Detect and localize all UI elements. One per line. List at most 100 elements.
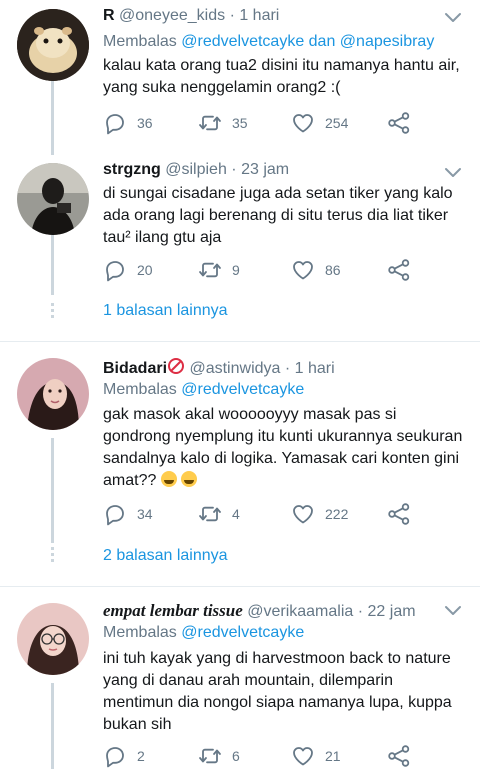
display-name[interactable]: Bidadari	[103, 360, 167, 377]
share-icon	[387, 258, 411, 282]
tweet-actions: 34 4 222	[103, 502, 443, 528]
avatar-woman-image	[17, 358, 89, 430]
reply-button[interactable]: 2	[103, 744, 145, 768]
reply-icon	[103, 744, 127, 768]
like-button[interactable]: 86	[291, 258, 341, 282]
share-button[interactable]	[387, 111, 411, 135]
timestamp[interactable]: · 22 jam	[358, 603, 416, 620]
share-button[interactable]	[387, 258, 411, 282]
show-more-replies-link[interactable]: 1 balasan lainnya	[103, 302, 228, 320]
reply-prefix: Membalas	[103, 381, 182, 398]
avatar[interactable]	[17, 358, 89, 430]
rofl-emoji-icon	[181, 471, 198, 487]
retweet-button[interactable]: 6	[198, 744, 240, 768]
retweet-count: 6	[232, 748, 240, 764]
retweet-button[interactable]: 4	[198, 502, 240, 526]
retweet-count: 35	[232, 115, 248, 131]
like-count: 254	[325, 115, 349, 131]
thread-line	[51, 81, 54, 155]
reply-count: 20	[137, 262, 153, 278]
tweet-text: kalau kata orang tua2 disini itu namanya…	[103, 57, 460, 96]
tweet-text: ini tuh kayak yang di harvestmoon back t…	[103, 650, 452, 733]
display-name[interactable]: R	[103, 7, 115, 24]
chevron-down-icon[interactable]	[444, 12, 462, 24]
tweet-text: gak masok akal woooooyyy masak pas si go…	[103, 404, 463, 492]
like-button[interactable]: 21	[291, 744, 341, 768]
like-button[interactable]: 222	[291, 502, 348, 526]
reply-button[interactable]: 34	[103, 502, 153, 526]
tweet-4[interactable]: empat lembar tissue @verikaamalia · 22 j…	[0, 587, 480, 769]
display-name[interactable]: strgzng	[103, 161, 161, 178]
tweet-actions: 2 6 21	[103, 744, 443, 770]
thread-line	[51, 235, 54, 295]
retweet-button[interactable]: 9	[198, 258, 240, 282]
reply-count: 34	[137, 506, 153, 522]
reply-icon	[103, 111, 127, 135]
reply-to-users[interactable]: @redvelvetcayke dan @napesibray	[181, 33, 434, 50]
avatar[interactable]	[17, 9, 89, 81]
show-more-replies-link[interactable]: 2 balasan lainnya	[103, 547, 228, 565]
tweet-1[interactable]: R @oneyee_kids · 1 hari Membalas @redvel…	[0, 0, 480, 155]
reply-context: Membalas @redvelvetcayke dan @napesibray	[103, 33, 434, 51]
tweet-header: empat lembar tissue @verikaamalia · 22 j…	[103, 601, 416, 621]
tweet-text-content: gak masok akal woooooyyy masak pas si go…	[103, 406, 463, 489]
thread-line	[51, 683, 54, 769]
username[interactable]: @silpieh	[165, 161, 227, 178]
retweet-icon	[198, 744, 222, 768]
like-count: 86	[325, 262, 341, 278]
like-button[interactable]: 254	[291, 111, 348, 135]
chevron-down-icon[interactable]	[444, 605, 462, 617]
reply-context: Membalas @redvelvetcayke	[103, 624, 304, 642]
reply-count: 2	[137, 748, 145, 764]
tweet-header: R @oneyee_kids · 1 hari	[103, 7, 279, 25]
tweet-header: strgzng @silpieh · 23 jam	[103, 161, 289, 179]
heart-icon	[291, 111, 315, 135]
timestamp[interactable]: · 1 hari	[285, 360, 335, 377]
share-icon	[387, 502, 411, 526]
broken-heart-emoji-icon	[168, 358, 185, 374]
retweet-icon	[198, 111, 222, 135]
display-name[interactable]: empat lembar tissue	[103, 601, 243, 620]
reply-context: Membalas @redvelvetcayke	[103, 381, 304, 399]
retweet-button[interactable]: 35	[198, 111, 248, 135]
share-icon	[387, 744, 411, 768]
like-count: 21	[325, 748, 341, 764]
reply-icon	[103, 258, 127, 282]
avatar-person-image	[17, 163, 89, 235]
share-icon	[387, 111, 411, 135]
reply-button[interactable]: 20	[103, 258, 153, 282]
thread-dots	[51, 303, 54, 321]
heart-icon	[291, 744, 315, 768]
username[interactable]: @verikaamalia	[247, 603, 353, 620]
reply-count: 36	[137, 115, 153, 131]
thread-dots	[51, 547, 54, 565]
heart-icon	[291, 258, 315, 282]
tweet-2[interactable]: strgzng @silpieh · 23 jam di sungai cisa…	[0, 155, 480, 340]
tweet-actions: 20 9 86	[103, 258, 443, 284]
username[interactable]: @oneyee_kids	[119, 7, 225, 24]
share-button[interactable]	[387, 744, 411, 768]
avatar[interactable]	[17, 163, 89, 235]
timestamp[interactable]: · 1 hari	[230, 7, 280, 24]
share-button[interactable]	[387, 502, 411, 526]
timestamp[interactable]: · 23 jam	[231, 161, 289, 178]
tweet-text: di sungai cisadane juga ada setan tiker …	[103, 185, 453, 246]
tweet-actions: 36 35 254	[103, 111, 443, 137]
avatar[interactable]	[17, 603, 89, 675]
heart-icon	[291, 502, 315, 526]
avatar-hamster-image	[17, 9, 89, 81]
retweet-icon	[198, 258, 222, 282]
chevron-down-icon[interactable]	[444, 167, 462, 179]
avatar-girl-glasses-image	[17, 603, 89, 675]
retweet-icon	[198, 502, 222, 526]
reply-to-users[interactable]: @redvelvetcayke	[181, 624, 304, 641]
retweet-count: 4	[232, 506, 240, 522]
reply-to-users[interactable]: @redvelvetcayke	[181, 381, 304, 398]
reply-prefix: Membalas	[103, 624, 182, 641]
reply-button[interactable]: 36	[103, 111, 153, 135]
retweet-count: 9	[232, 262, 240, 278]
tweet-3[interactable]: Bidadari @astinwidya · 1 hari Membalas @…	[0, 342, 480, 585]
tweet-header: Bidadari @astinwidya · 1 hari	[103, 357, 335, 378]
thread-line	[51, 438, 54, 543]
username[interactable]: @astinwidya	[189, 360, 280, 377]
